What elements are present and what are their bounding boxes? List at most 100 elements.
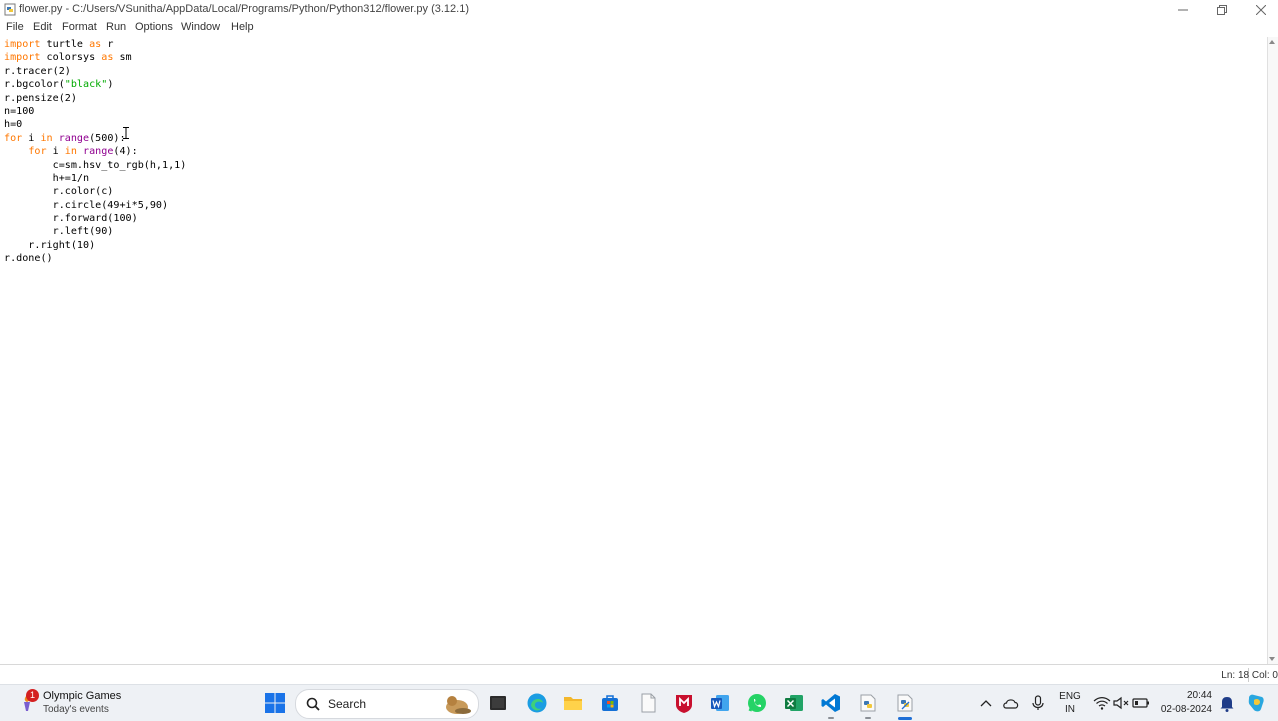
microsoft-excel-icon[interactable] xyxy=(783,692,805,714)
minimize-icon xyxy=(1178,9,1188,11)
code-token: i xyxy=(22,132,41,144)
code-token: h=0 xyxy=(4,119,23,131)
restore-button[interactable] xyxy=(1202,0,1242,20)
menu-window[interactable]: Window xyxy=(181,21,220,33)
microsoft-store-icon[interactable] xyxy=(599,692,621,714)
close-button[interactable] xyxy=(1241,0,1278,20)
code-token: (4): xyxy=(113,146,138,158)
code-token: for xyxy=(4,132,23,144)
code-editor[interactable]: import turtle as r import colorsys as sm r… xyxy=(0,37,1268,664)
code-token: in xyxy=(64,146,77,158)
widget-subtitle: Today's events xyxy=(43,704,109,715)
code-line[interactable]: r.forward(100) xyxy=(4,212,186,225)
code-line[interactable]: r.left(90) xyxy=(4,225,186,238)
running-indicator xyxy=(865,717,871,719)
language-region: IN xyxy=(1065,704,1075,715)
code-token: r.bgcolor( xyxy=(4,79,65,91)
taskbar: 1 Olympic Games Today's events Search EN… xyxy=(0,684,1278,721)
taskbar-search[interactable]: Search xyxy=(295,689,479,719)
weather-widget[interactable]: 1 Olympic Games Today's events xyxy=(18,689,158,717)
search-label: Search xyxy=(328,697,367,711)
code-token: import xyxy=(4,39,41,50)
code-token: c=sm.hsv_to_rgb(h,1,1) xyxy=(4,159,187,171)
text-cursor-icon xyxy=(123,127,129,139)
python-editor-icon[interactable] xyxy=(894,692,916,714)
code-token: sm xyxy=(113,52,132,64)
widget-title: Olympic Games xyxy=(43,690,122,702)
menu-help[interactable]: Help xyxy=(231,21,254,33)
cursor-position: Ln: 18 Col: 0 xyxy=(1221,670,1278,681)
code-token: (500): xyxy=(89,132,126,144)
task-view-icon[interactable] xyxy=(487,692,509,714)
code-line[interactable]: r.right(10) xyxy=(4,239,186,252)
code-token: r.done() xyxy=(4,253,53,265)
code-line[interactable]: r.color(c) xyxy=(4,185,186,198)
scroll-up-icon[interactable] xyxy=(1269,40,1275,44)
code-token: r.pensize(2) xyxy=(4,92,77,104)
code-token: colorsys xyxy=(40,52,102,64)
code-line[interactable]: for i in range(500): xyxy=(4,132,186,145)
menu-run[interactable]: Run xyxy=(106,21,126,33)
clock-date: 02-08-2024 xyxy=(1160,704,1212,715)
python-file-icon xyxy=(4,3,16,16)
code-token: r.color(c) xyxy=(4,186,114,198)
scroll-down-icon[interactable] xyxy=(1269,657,1275,661)
language-code: ENG xyxy=(1059,691,1081,702)
menu-file[interactable]: File xyxy=(6,21,24,33)
microphone-icon[interactable] xyxy=(1027,692,1049,714)
search-highlight-icon xyxy=(446,696,471,714)
code-token: range xyxy=(58,132,90,144)
code-token: r.right(10) xyxy=(4,239,96,251)
chevron-up-icon[interactable] xyxy=(975,692,997,714)
edge-browser-icon[interactable] xyxy=(526,692,548,714)
battery-icon[interactable] xyxy=(1130,692,1152,714)
windows-start-icon[interactable] xyxy=(264,692,286,714)
search-icon xyxy=(306,697,320,711)
close-icon xyxy=(1256,5,1266,15)
code-line[interactable]: n=100 xyxy=(4,105,186,118)
minimize-button[interactable] xyxy=(1163,0,1203,20)
whatsapp-icon[interactable] xyxy=(746,692,768,714)
menu-edit[interactable]: Edit xyxy=(33,21,52,33)
copilot-icon[interactable] xyxy=(1245,692,1267,714)
code-line[interactable]: import colorsys as sm xyxy=(4,51,186,64)
code-line[interactable]: for i in range(4): xyxy=(4,145,186,158)
file-explorer-icon[interactable] xyxy=(562,692,584,714)
system-clock[interactable]: 20:44 02-08-2024 xyxy=(1156,689,1212,717)
python-idle-icon[interactable] xyxy=(857,692,879,714)
code-line[interactable]: r.circle(49+i*5,90) xyxy=(4,199,186,212)
code-token: in xyxy=(40,132,53,144)
notepad-file-icon[interactable] xyxy=(637,692,659,714)
code-token: i xyxy=(46,146,65,158)
code-line[interactable]: r.pensize(2) xyxy=(4,92,186,105)
restore-icon xyxy=(1217,5,1227,15)
cloud-sync-icon[interactable] xyxy=(1000,692,1022,714)
code-line[interactable]: r.bgcolor("black") xyxy=(4,78,186,91)
notification-bell-icon[interactable] xyxy=(1216,692,1238,714)
vertical-scrollbar[interactable] xyxy=(1268,37,1278,664)
menu-bar: File Edit Format Run Options Window Help xyxy=(0,20,1278,38)
code-token: r xyxy=(101,39,114,50)
menu-options[interactable]: Options xyxy=(135,21,173,33)
code-line[interactable]: h=0 xyxy=(4,118,186,131)
code-text[interactable]: import turtle as r import colorsys as sm r… xyxy=(4,38,186,266)
input-language[interactable]: ENG IN xyxy=(1055,690,1085,716)
vscode-icon[interactable] xyxy=(820,692,842,714)
mcafee-icon[interactable] xyxy=(673,692,695,714)
code-token: r.tracer(2) xyxy=(4,65,71,77)
menu-format[interactable]: Format xyxy=(62,21,97,33)
code-line[interactable]: r.done() xyxy=(4,252,186,265)
code-line[interactable]: c=sm.hsv_to_rgb(h,1,1) xyxy=(4,159,187,172)
code-line[interactable]: h+=1/n xyxy=(4,172,186,185)
running-indicator xyxy=(828,717,834,719)
speaker-muted-icon[interactable] xyxy=(1110,692,1132,714)
microsoft-word-icon[interactable] xyxy=(709,692,731,714)
code-line[interactable]: r.tracer(2) xyxy=(4,65,186,78)
code-token: range xyxy=(83,146,114,158)
status-bar: Ln: 18 Col: 0 xyxy=(0,664,1278,685)
code-token: r.forward(100) xyxy=(4,213,138,225)
notification-badge: 1 xyxy=(26,689,39,702)
code-line[interactable]: import turtle as r xyxy=(4,38,186,51)
code-token: as xyxy=(101,52,114,64)
code-token: for xyxy=(28,146,47,158)
